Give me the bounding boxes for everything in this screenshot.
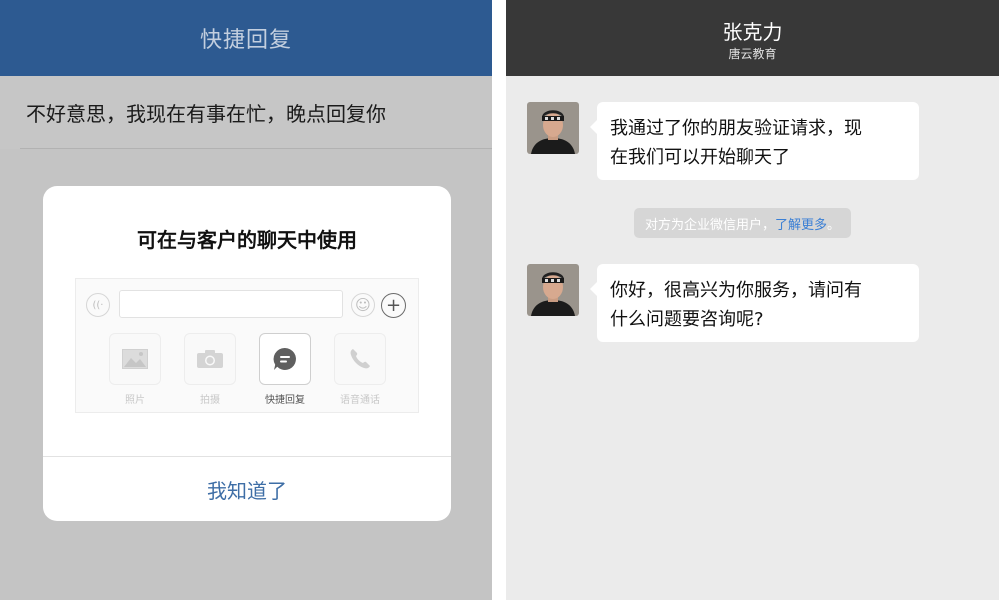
usage-tip-dialog: 可在与客户的聊天中使用 ((· ☺ + 照片 拍摄 快捷回复 语音通话 我知道了: [43, 186, 451, 521]
system-notice-text: 对方为企业微信用户，: [645, 217, 776, 233]
contact-organization: 唐云教育: [728, 47, 777, 61]
dialog-title: 可在与客户的聊天中使用: [137, 228, 357, 252]
phone-icon: [334, 333, 386, 385]
system-notice-suffix: 。: [827, 217, 841, 233]
quick-reply-panel: 快捷回复 不好意思，我现在有事在忙，晚点回复你 可在与客户的聊天中使用 ((· …: [0, 0, 492, 600]
toolbar-item-label: 快捷回复: [265, 395, 305, 406]
message-line: 在我们可以开始聊天了: [610, 147, 790, 168]
photo-icon: [109, 333, 161, 385]
message-line: 我通过了你的朋友验证请求，现: [610, 118, 862, 139]
toolbar-item-label: 语音通话: [340, 395, 380, 406]
avatar[interactable]: [527, 102, 579, 154]
quick-reply-icon: [259, 333, 311, 385]
chat-toolbar-preview: ((· ☺ + 照片 拍摄 快捷回复 语音通话: [75, 278, 419, 413]
quick-reply-header: 快捷回复: [0, 0, 492, 76]
camera-icon: [184, 333, 236, 385]
avatar[interactable]: [527, 264, 579, 316]
panel-gap: [492, 0, 506, 600]
plus-icon: +: [381, 293, 406, 318]
chat-panel: 张克力 唐云教育 我通过了你的朋友验证请求，现 在我们可以开始聊天了 对方为企业…: [506, 0, 999, 600]
quick-reply-item[interactable]: 不好意思，我现在有事在忙，晚点回复你: [0, 76, 492, 149]
divider: [20, 148, 492, 149]
quick-reply-text: 不好意思，我现在有事在忙，晚点回复你: [26, 102, 386, 126]
toolbar-item-voice-call: 语音通话: [334, 333, 386, 406]
voice-input-icon: ((·: [86, 293, 110, 317]
learn-more-link[interactable]: 了解更多: [775, 214, 827, 233]
system-notice: 对方为企业微信用户， 了解更多 。: [634, 208, 852, 238]
contact-name: 张克力: [722, 20, 783, 44]
message-line: 什么问题要咨询呢?: [610, 309, 764, 330]
message-line: 你好，很高兴为你服务，请问有: [610, 280, 862, 301]
chat-header: 张克力 唐云教育: [506, 0, 999, 76]
toolbar-item-quick-reply: 快捷回复: [259, 333, 311, 406]
toolbar-item-label: 照片: [125, 395, 145, 406]
message-bubble[interactable]: 你好，很高兴为你服务，请问有 什么问题要咨询呢?: [590, 264, 919, 342]
got-it-button[interactable]: 我知道了: [43, 457, 451, 521]
message-input-preview: [119, 290, 343, 318]
toolbar-item-photo: 照片: [109, 333, 161, 406]
toolbar-item-label: 拍摄: [200, 395, 220, 406]
emoji-icon: ☺: [351, 293, 375, 317]
page-title: 快捷回复: [199, 28, 292, 53]
message-bubble[interactable]: 我通过了你的朋友验证请求，现 在我们可以开始聊天了: [590, 102, 919, 180]
toolbar-item-camera: 拍摄: [184, 333, 236, 406]
